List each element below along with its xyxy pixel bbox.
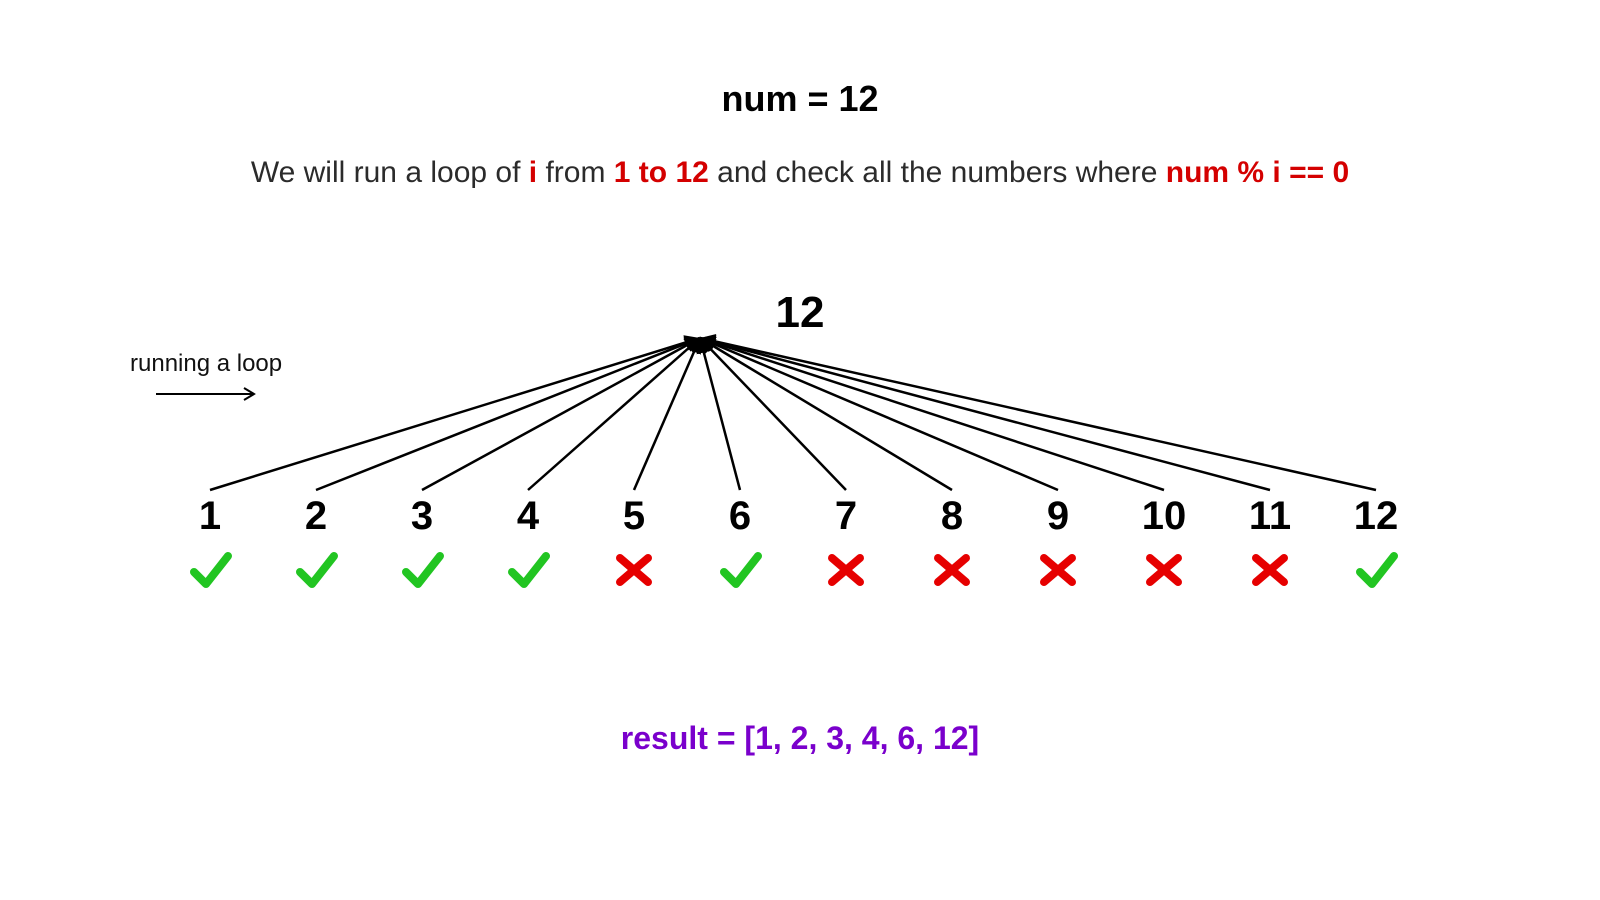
fan-line (700, 338, 1376, 490)
check-icon (1352, 546, 1400, 594)
cross-icon (928, 546, 976, 594)
leaf-number: 1 (199, 494, 221, 539)
fan-line (422, 338, 700, 490)
fan-line (316, 338, 700, 490)
fan-line (210, 338, 700, 490)
check-icon (398, 546, 446, 594)
fan-line (700, 338, 1058, 490)
leaf-number: 5 (623, 494, 645, 539)
check-icon (504, 546, 552, 594)
fan-line (700, 338, 740, 490)
leaf-number: 11 (1249, 494, 1291, 539)
leaf-number: 10 (1142, 494, 1187, 539)
leaf-number: 3 (411, 494, 433, 539)
cross-icon (610, 546, 658, 594)
leaf-number: 2 (305, 494, 327, 539)
check-icon (186, 546, 234, 594)
result-text: result = [1, 2, 3, 4, 6, 12] (0, 720, 1600, 757)
leaf-number: 7 (835, 494, 857, 539)
fan-line (700, 338, 1270, 490)
check-icon (292, 546, 340, 594)
leaf-number: 4 (517, 494, 539, 539)
check-icon (716, 546, 764, 594)
cross-icon (1140, 546, 1188, 594)
fan-line (700, 338, 952, 490)
cross-icon (1034, 546, 1082, 594)
leaf-number: 9 (1047, 494, 1069, 539)
leaf-number: 6 (729, 494, 751, 539)
cross-icon (822, 546, 870, 594)
fan-line (528, 338, 700, 490)
leaf-number: 8 (941, 494, 963, 539)
leaf-number: 12 (1354, 494, 1399, 539)
cross-icon (1246, 546, 1294, 594)
fan-line (700, 338, 1164, 490)
fan-lines (0, 0, 1600, 900)
